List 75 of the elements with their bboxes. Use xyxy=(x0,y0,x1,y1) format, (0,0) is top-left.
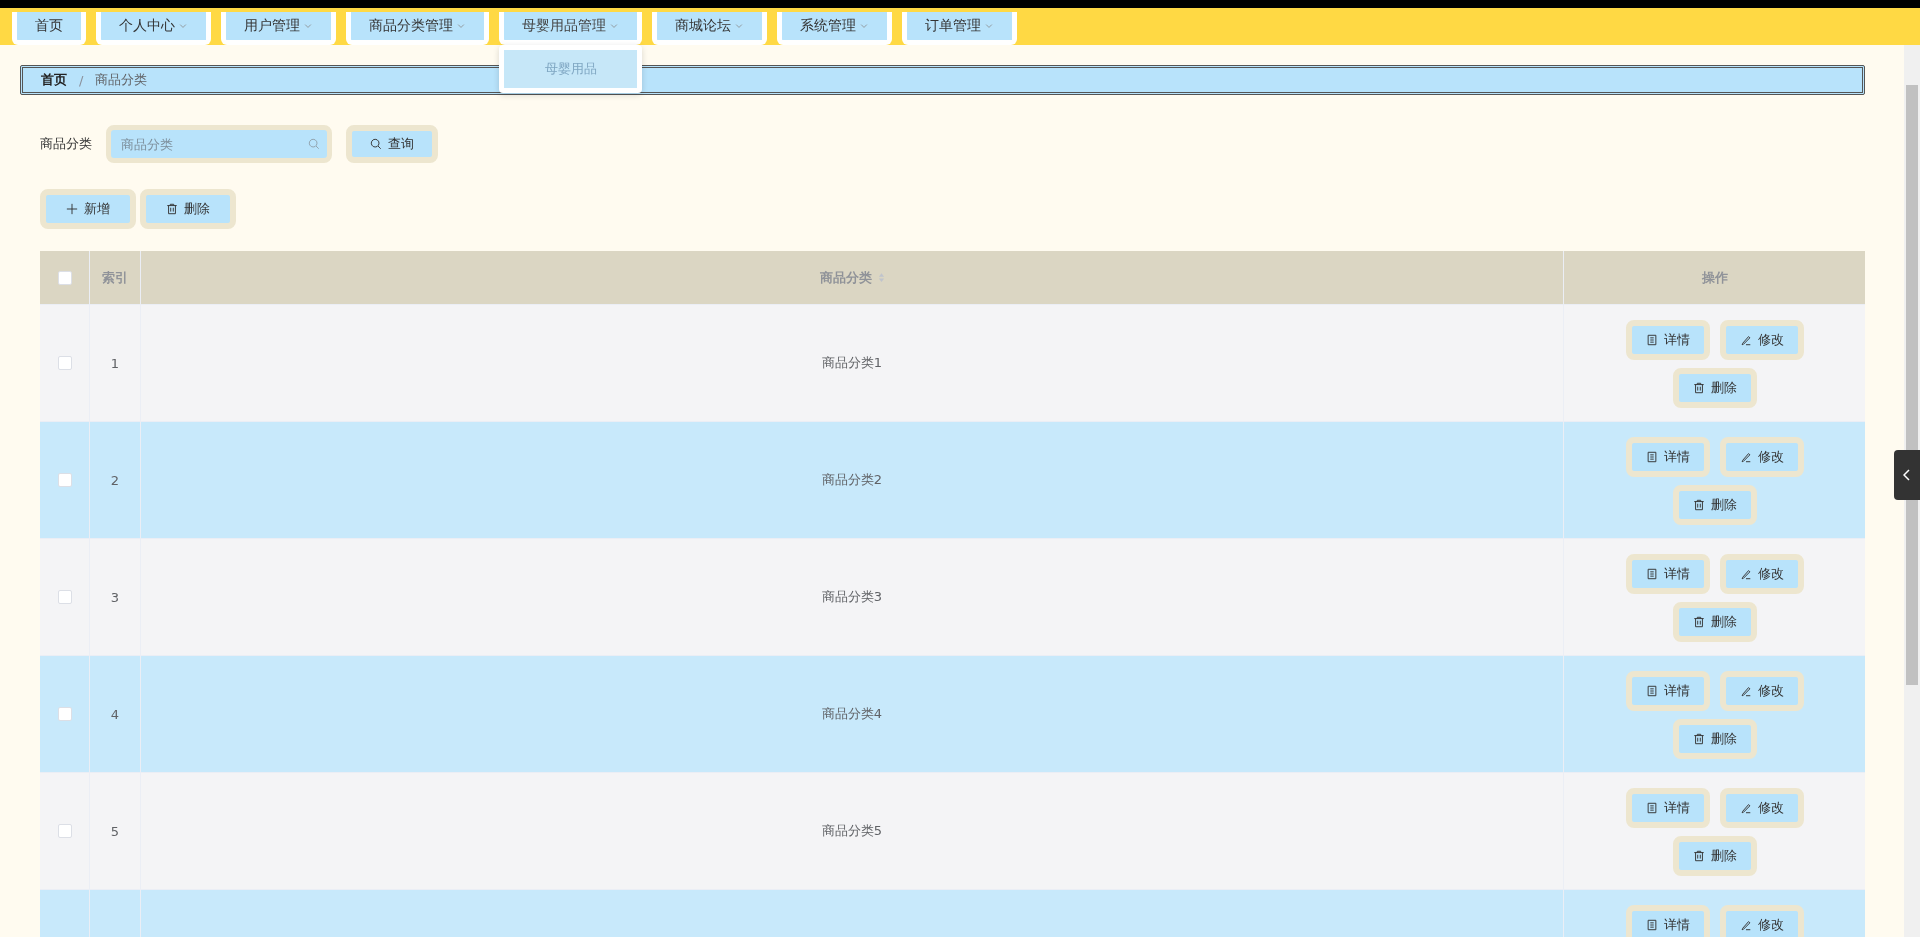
nav-menu-item[interactable]: 母婴用品管理 xyxy=(499,12,642,45)
row-index: 3 xyxy=(110,589,120,605)
select-all-checkbox[interactable] xyxy=(57,270,72,285)
row-index: 2 xyxy=(110,472,120,488)
delete-button[interactable]: 删除 xyxy=(1672,836,1757,876)
edit-button[interactable]: 修改 xyxy=(1719,671,1804,711)
nav-menu-item[interactable]: 首页 xyxy=(12,12,86,45)
table-cell: 商品分类1 xyxy=(821,354,883,372)
trash-icon xyxy=(1692,850,1705,862)
delete-button[interactable]: 删除 xyxy=(1672,485,1757,525)
delete-button[interactable]: 删除 xyxy=(1672,368,1757,408)
detail-button[interactable]: 详情 xyxy=(1625,554,1710,594)
chevron-left-icon xyxy=(1903,469,1911,481)
breadcrumb-separator: / xyxy=(79,72,84,88)
pencil-icon xyxy=(1739,334,1752,346)
pencil-icon xyxy=(1739,802,1752,814)
delete-button[interactable]: 删除 xyxy=(1672,602,1757,642)
search-field[interactable]: 商品分类 xyxy=(106,125,332,163)
trash-icon xyxy=(1692,616,1705,628)
edit-button[interactable]: 修改 xyxy=(1719,437,1804,477)
nav-menu-item[interactable]: 个人中心 xyxy=(96,12,211,45)
trash-icon xyxy=(166,203,178,215)
collapse-tab[interactable] xyxy=(1894,450,1920,500)
document-icon xyxy=(1645,451,1658,463)
table-cell: 商品分类5 xyxy=(821,822,883,840)
trash-icon xyxy=(1692,382,1705,394)
search-button[interactable]: 查询 xyxy=(346,125,438,163)
search-label: 商品分类 xyxy=(40,135,92,153)
plus-icon xyxy=(66,203,78,215)
row-index: 5 xyxy=(110,823,120,839)
document-icon xyxy=(1645,334,1658,346)
pencil-icon xyxy=(1739,451,1752,463)
nav-menu-item[interactable]: 商品分类管理 xyxy=(346,12,489,45)
document-icon xyxy=(1645,919,1658,931)
nav-menu-item[interactable]: 用户管理 xyxy=(221,12,336,45)
breadcrumb-item[interactable]: 首页 xyxy=(41,71,67,89)
row-index: 1 xyxy=(110,355,120,371)
nav-menu-item[interactable]: 商城论坛 xyxy=(652,12,767,45)
pencil-icon xyxy=(1739,685,1752,697)
row-checkbox[interactable] xyxy=(57,590,72,604)
row-index: 4 xyxy=(110,706,120,722)
trash-icon xyxy=(1692,733,1705,745)
detail-button[interactable]: 详情 xyxy=(1625,671,1710,711)
table-cell: 商品分类3 xyxy=(821,588,883,606)
pencil-icon xyxy=(1739,919,1752,931)
row-checkbox[interactable] xyxy=(57,473,72,487)
breadcrumb-item[interactable]: 商品分类 xyxy=(95,71,148,89)
detail-button[interactable]: 详情 xyxy=(1625,788,1710,828)
detail-button[interactable]: 详情 xyxy=(1625,437,1710,477)
row-checkbox[interactable] xyxy=(57,707,72,721)
pencil-icon xyxy=(1739,568,1752,580)
document-icon xyxy=(1645,568,1658,580)
delete-button[interactable]: 删除 xyxy=(1672,719,1757,759)
scrollbar[interactable] xyxy=(1904,45,1920,937)
nav-menu-item[interactable]: 系统管理 xyxy=(777,12,892,45)
add-button[interactable]: 新增 xyxy=(40,189,136,229)
table-cell: 商品分类4 xyxy=(821,705,883,723)
edit-button[interactable]: 修改 xyxy=(1719,905,1804,937)
row-checkbox[interactable] xyxy=(57,356,72,370)
edit-button[interactable]: 修改 xyxy=(1719,320,1804,360)
detail-button[interactable]: 详情 xyxy=(1625,320,1710,360)
sort-icon[interactable] xyxy=(877,272,885,283)
delete-button[interactable]: 删除 xyxy=(140,189,236,229)
scrollbar-thumb[interactable] xyxy=(1906,85,1918,685)
row-checkbox[interactable] xyxy=(57,824,72,838)
nav-menu-item[interactable]: 订单管理 xyxy=(902,12,1017,45)
search-icon xyxy=(308,138,320,150)
document-icon xyxy=(1645,802,1658,814)
detail-button[interactable]: 详情 xyxy=(1625,905,1710,937)
document-icon xyxy=(1645,685,1658,697)
trash-icon xyxy=(1692,499,1705,511)
search-icon xyxy=(370,138,382,150)
edit-button[interactable]: 修改 xyxy=(1719,554,1804,594)
table-cell: 商品分类2 xyxy=(821,471,883,489)
edit-button[interactable]: 修改 xyxy=(1719,788,1804,828)
